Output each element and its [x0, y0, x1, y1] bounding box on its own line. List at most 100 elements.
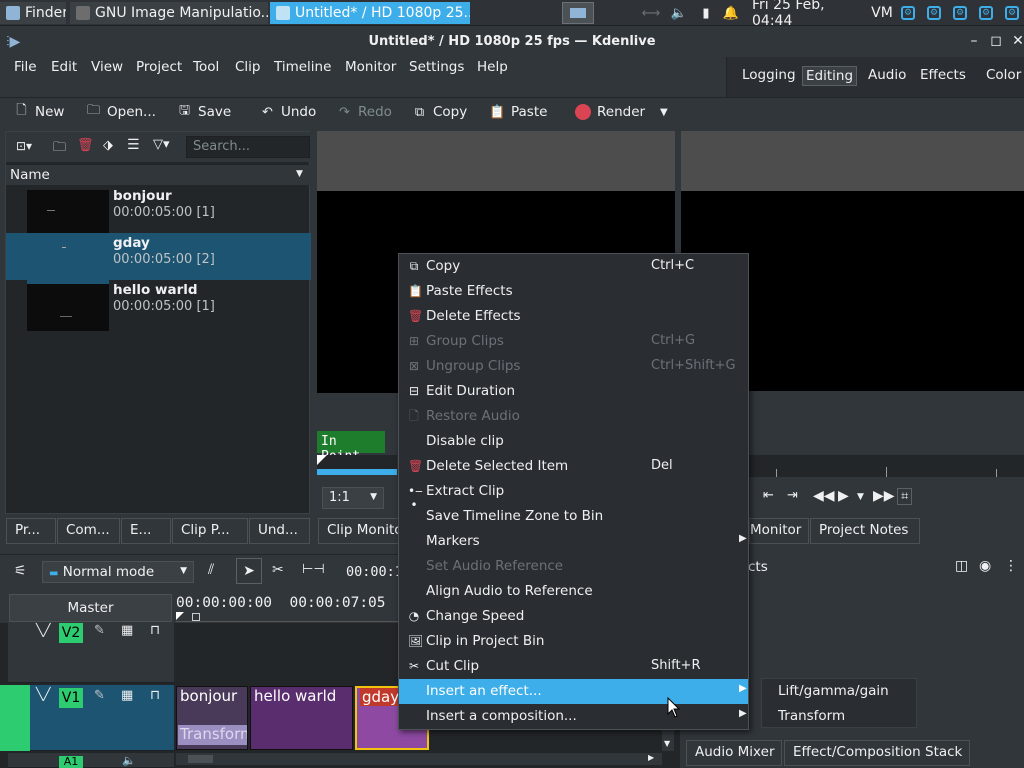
render-dropdown-icon[interactable]: ▼: [660, 107, 668, 118]
track-header-v1[interactable]: ╲╱ V1 ✎ ▦ ⊓: [0, 685, 174, 751]
tab-compositions[interactable]: Com...: [57, 518, 120, 544]
menu-tool[interactable]: Tool: [193, 59, 219, 75]
tray-app-icon[interactable]: ⚙: [900, 4, 916, 22]
lock-icon[interactable]: ⊓: [150, 688, 160, 703]
delete-icon[interactable]: 🗑: [77, 138, 94, 153]
menu-item-delete-selected[interactable]: 🗑 Delete Selected Item Del: [399, 454, 748, 479]
taskbar-gimp[interactable]: GNU Image Manipulatio...: [70, 2, 268, 24]
track-header-v2[interactable]: ╲╱ V2 ✎ ▦ ⊓: [8, 623, 174, 683]
tag-icon[interactable]: ⬗: [103, 138, 113, 153]
undo-button[interactable]: ↶ Undo: [260, 104, 316, 120]
copy-button[interactable]: ⧉ Copy: [412, 104, 467, 120]
tab-clip-properties[interactable]: Clip P...: [172, 518, 248, 544]
track-header-a1[interactable]: A1 🔈: [8, 753, 174, 768]
timeline-ruler[interactable]: 00:00:00:00 00:00:07:05 0: [176, 595, 412, 611]
create-folder-icon[interactable]: 🗀: [53, 138, 66, 160]
bin-clip-bonjour[interactable]: bonjour 00:00:05:00 [1]: [6, 186, 311, 237]
more-options-icon[interactable]: ⋮: [1004, 558, 1018, 574]
master-button[interactable]: Master: [9, 594, 172, 622]
fast-forward-icon[interactable]: ▶▶: [873, 488, 895, 504]
play-options-chevron-icon[interactable]: ▼: [857, 492, 864, 502]
render-button[interactable]: Render: [575, 104, 645, 120]
snap-icon[interactable]: ⫽: [208, 562, 214, 578]
layout-color[interactable]: Color: [983, 66, 1024, 84]
scroll-right-icon[interactable]: ▶: [648, 753, 654, 762]
tab-project-bin[interactable]: Pr...: [6, 518, 56, 544]
tab-audio-mixer[interactable]: Audio Mixer: [686, 740, 782, 766]
disable-effects-icon[interactable]: ✎: [94, 688, 105, 703]
bin-clip-gday[interactable]: gday 00:00:05:00 [2]: [6, 233, 311, 284]
menu-edit[interactable]: Edit: [51, 59, 77, 75]
tray-app-icon[interactable]: ⚙: [926, 4, 942, 22]
rewind-icon[interactable]: ◀◀: [813, 488, 835, 504]
set-out-point-icon[interactable]: ⇥: [787, 488, 798, 503]
clip-monitor-ruler[interactable]: [317, 455, 397, 475]
submenu-item-lift-gamma-gain[interactable]: Lift/gamma/gain: [778, 683, 889, 699]
lock-icon[interactable]: ⊓: [150, 623, 160, 638]
menu-item-insert-effect[interactable]: Insert an effect... ▶: [399, 679, 748, 704]
menu-item-extract-clip[interactable]: •‒• Extract Clip: [399, 479, 748, 512]
menu-item-paste-effects[interactable]: 📋 Paste Effects: [399, 279, 748, 304]
tab-clip-monitor[interactable]: Clip Monito: [318, 518, 400, 544]
menu-item-disable-clip[interactable]: Disable clip: [399, 429, 748, 454]
new-button[interactable]: 🗋 New: [14, 103, 64, 120]
tab-project-notes[interactable]: Project Notes: [810, 518, 920, 544]
open-button[interactable]: 🗀 Open...: [86, 103, 156, 120]
sort-chevron-down-icon[interactable]: ▼: [296, 169, 303, 179]
menu-item-delete-effects[interactable]: 🗑 Delete Effects: [399, 304, 748, 329]
menu-item-insert-composition[interactable]: Insert a composition... ▶: [399, 704, 748, 729]
pager-icon[interactable]: [562, 2, 594, 24]
bin-clip-hello-warld[interactable]: hello warld 00:00:05:00 [1]: [6, 280, 311, 331]
menu-item-cut-clip[interactable]: ✂ Cut Clip Shift+R: [399, 654, 748, 679]
add-clip-icon[interactable]: ⊡▾: [16, 139, 32, 153]
selection-tool-icon[interactable]: ➤: [236, 558, 262, 584]
menu-timeline[interactable]: Timeline: [274, 59, 331, 75]
menu-item-align-audio[interactable]: Align Audio to Reference: [399, 579, 748, 604]
tray-app-icon[interactable]: ⚙: [1004, 4, 1020, 22]
menu-view[interactable]: View: [91, 59, 123, 75]
maximize-icon[interactable]: ◻: [988, 33, 1004, 49]
crop-icon[interactable]: ⌗: [897, 488, 913, 505]
save-button[interactable]: 🖫 Save: [177, 103, 231, 120]
menu-item-restore-audio[interactable]: 🗋 Restore Audio: [399, 404, 748, 429]
menu-item-set-audio-reference[interactable]: Set Audio Reference: [399, 554, 748, 579]
tray-app-icon[interactable]: ⚙: [952, 4, 968, 22]
collapse-chevron-icon[interactable]: ╲╱: [36, 623, 50, 637]
menu-file[interactable]: File: [14, 59, 37, 75]
tab-undo-history[interactable]: Und...: [249, 518, 310, 544]
menu-item-clip-in-bin[interactable]: 🖼 Clip in Project Bin: [399, 629, 748, 654]
network-icon[interactable]: ⟷: [640, 4, 662, 22]
taskbar-finder[interactable]: Finder⋮: [0, 2, 66, 24]
tab-effect-composition-stack[interactable]: Effect/Composition Stack: [784, 740, 970, 766]
zoom-ratio-select[interactable]: 1:1 ▼: [322, 487, 384, 509]
set-in-point-icon[interactable]: ⇤: [763, 488, 774, 503]
layout-logging[interactable]: Logging: [739, 66, 799, 84]
paste-button[interactable]: 📋 Paste: [489, 104, 547, 120]
layout-effects[interactable]: Effects: [917, 66, 969, 84]
menu-item-copy[interactable]: ⧉ Copy Ctrl+C: [399, 254, 748, 279]
list-view-icon[interactable]: ☰: [127, 137, 140, 153]
scroll-down-icon[interactable]: ▼: [664, 739, 670, 748]
menu-settings[interactable]: Settings: [409, 59, 464, 75]
timeline-clip-bonjour[interactable]: bonjour Transform: [176, 686, 248, 750]
minimize-icon[interactable]: –: [966, 33, 982, 49]
eye-icon[interactable]: ◉: [979, 558, 991, 574]
tab-effects[interactable]: E...: [121, 518, 171, 544]
close-icon[interactable]: ✕: [1010, 33, 1024, 49]
bin-search-input[interactable]: Search...: [186, 136, 310, 158]
layout-audio[interactable]: Audio: [865, 66, 909, 84]
menu-item-markers[interactable]: Markers ▶: [399, 529, 748, 554]
timeline-clip-hello-warld[interactable]: hello warld: [250, 686, 353, 750]
submenu-item-transform[interactable]: Transform: [778, 708, 845, 724]
hide-track-icon[interactable]: ▦: [121, 688, 133, 703]
disable-effects-icon[interactable]: ✎: [94, 623, 105, 638]
menu-help[interactable]: Help: [477, 59, 508, 75]
spacer-tool-icon[interactable]: ⊢⊣: [302, 562, 325, 577]
volume-icon[interactable]: 🔈: [670, 4, 688, 22]
menu-item-group-clips[interactable]: ⊞ Group Clips Ctrl+G: [399, 329, 748, 354]
battery-icon[interactable]: ▮: [698, 4, 714, 22]
timeline-timecode[interactable]: 00:00:1: [346, 564, 403, 580]
filter-icon[interactable]: ▽▾: [153, 137, 170, 152]
user-label[interactable]: VM: [868, 4, 896, 22]
clock[interactable]: Fri 25 Feb, 04:44: [752, 0, 864, 29]
